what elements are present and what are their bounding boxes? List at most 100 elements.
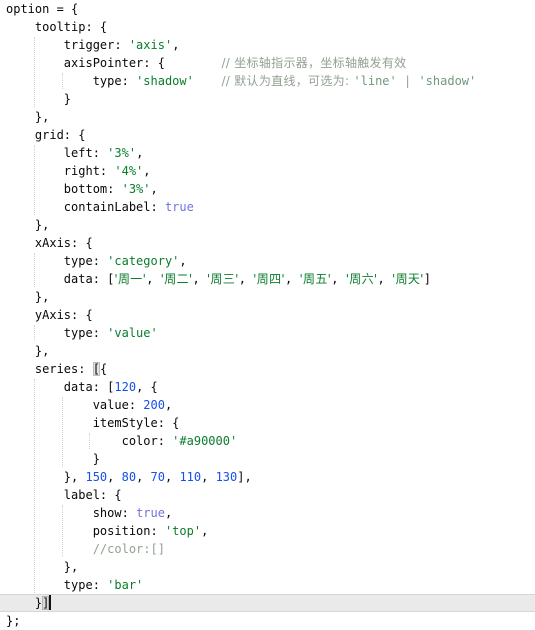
code-line[interactable]: right: '4%', (0, 162, 535, 180)
code-token-num: 80 (121, 470, 137, 484)
code-token-num: 70 (150, 470, 165, 484)
code-token-plain: , (284, 272, 300, 286)
code-line[interactable]: position: 'top', (0, 522, 535, 540)
code-token-plain: trigger: (63, 38, 129, 52)
code-line[interactable]: type: 'category', (0, 252, 535, 270)
code-line[interactable]: xAxis: { (0, 234, 535, 252)
code-line[interactable]: }] (0, 594, 535, 612)
code-line[interactable]: } (0, 90, 535, 108)
code-line[interactable]: containLabel: true (0, 198, 535, 216)
code-line[interactable]: bottom: '3%', (0, 180, 535, 198)
code-line[interactable]: data: ['周一', '周二', '周三', '周四', '周五', '周六… (0, 270, 535, 288)
code-token-str: '周一' (114, 272, 147, 286)
code-token-bracket-match: ] (42, 596, 50, 610)
code-token-plain: data: [ (63, 272, 115, 286)
code-line[interactable]: itemStyle: { (0, 414, 535, 432)
code-line[interactable]: type: 'bar' (0, 576, 535, 594)
code-token-str: '周五' (299, 272, 332, 286)
code-token-plain: series: (34, 362, 93, 376)
code-token-num: 130 (215, 470, 238, 484)
comment-part-cmt: | (396, 74, 419, 88)
code-token-str: 'category' (107, 254, 180, 268)
code-token-plain: yAxis: { (34, 308, 93, 322)
code-editor[interactable]: option = { tooltip: { trigger: 'axis', a… (0, 0, 535, 629)
code-line[interactable]: //color:[] (0, 540, 535, 558)
code-line[interactable]: left: '3%', (0, 144, 535, 162)
code-token-plain: }, (34, 290, 50, 304)
code-token-str: '周三' (206, 272, 239, 286)
code-token-plain: itemStyle: { (92, 416, 180, 430)
code-token-num: 150 (85, 470, 108, 484)
code-line[interactable]: color: '#a90000' (0, 432, 535, 450)
code-token-str: '周四' (253, 272, 285, 286)
code-token-plain: xAxis: { (34, 236, 93, 250)
code-line[interactable]: }, 150, 80, 70, 110, 130], (0, 468, 535, 486)
code-token-plain: right: (63, 164, 115, 178)
code-token-plain: }; (6, 614, 21, 628)
code-token-plain: show: (92, 506, 137, 520)
code-line[interactable]: show: true, (0, 504, 535, 522)
code-token-plain: { (99, 362, 108, 376)
code-line[interactable]: }, (0, 342, 535, 360)
code-token-plain: , (192, 272, 207, 286)
code-token-plain: , (164, 506, 173, 520)
code-line[interactable]: value: 200, (0, 396, 535, 414)
code-token-plain: left: (63, 146, 108, 160)
code-line[interactable]: } (0, 450, 535, 468)
code-line[interactable]: }; (0, 612, 535, 630)
code-line[interactable]: label: { (0, 486, 535, 504)
comment-part-cmt: // 默认为直线，可选为: (221, 74, 354, 88)
inline-comment: // 坐标轴指示器，坐标轴触发有效 (221, 54, 406, 72)
code-line[interactable]: type: 'value' (0, 324, 535, 342)
code-token-str: 'top' (164, 524, 202, 538)
code-token-plain: containLabel: (63, 200, 165, 214)
code-token-plain: , (150, 182, 158, 196)
code-token-str: '周天' (391, 272, 424, 286)
code-line[interactable]: }, (0, 558, 535, 576)
code-token-plain: type: (92, 74, 137, 88)
code-line[interactable]: tooltip: { (0, 18, 535, 36)
code-token-plain: label: { (63, 488, 122, 502)
code-line[interactable]: trigger: 'axis', (0, 36, 535, 54)
code-line[interactable]: grid: { (0, 126, 535, 144)
code-line[interactable]: }, (0, 288, 535, 306)
code-line[interactable]: type: 'shadow'// 默认为直线，可选为: 'line' | 'sh… (0, 72, 535, 90)
code-token-plain: value: (92, 398, 144, 412)
code-token-plain: , (238, 272, 254, 286)
code-token-num: 120 (114, 380, 137, 394)
code-line[interactable]: option = { (0, 0, 535, 18)
code-token-bracket-match: [ (92, 362, 100, 376)
code-token-plain: }, (34, 110, 50, 124)
comment-part-cmtstr: 'shadow' (418, 74, 477, 88)
code-line[interactable]: axisPointer: {// 坐标轴指示器，坐标轴触发有效 (0, 54, 535, 72)
code-line[interactable]: }, (0, 108, 535, 126)
code-token-num: 200 (143, 398, 165, 412)
code-token-plain: data: [ (63, 380, 115, 394)
code-token-plain: , (377, 272, 392, 286)
code-line[interactable]: data: [120, { (0, 378, 535, 396)
code-token-plain: ] (423, 272, 432, 286)
code-line[interactable]: series: [{ (0, 360, 535, 378)
code-line[interactable]: yAxis: { (0, 306, 535, 324)
code-line[interactable]: }, (0, 216, 535, 234)
code-lines[interactable]: option = { tooltip: { trigger: 'axis', a… (0, 0, 535, 630)
